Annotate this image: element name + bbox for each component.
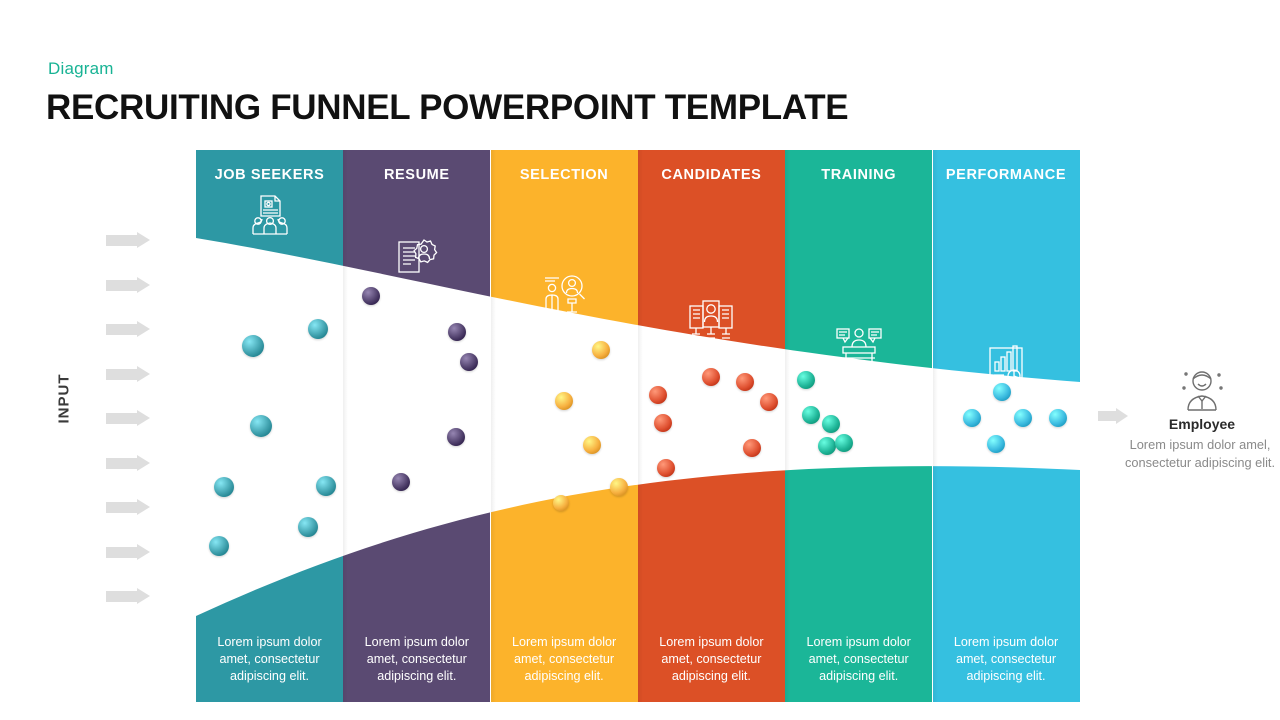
input-arrow-icon (106, 499, 158, 516)
stage-title: RESUME (383, 167, 450, 183)
input-arrow-icon (106, 543, 158, 561)
stage-description: Lorem ipsum dolor amet, consectetur adip… (217, 634, 322, 683)
input-arrow-icon (106, 410, 158, 427)
stage-header: PERFORMANCE (933, 150, 1080, 184)
stage-column-selection[interactable]: SELECTION Lorem ipsum dolor amet, consec… (490, 150, 638, 702)
people-search-icon (491, 272, 638, 321)
candidate-board-icon (638, 298, 785, 347)
input-arrow-icon (106, 276, 158, 294)
stage-columns: JOB SEEKERS Lorem ipsum dolor amet, cons… (196, 150, 1080, 702)
stage-description-block: Lorem ipsum dolor amet, consectetur adip… (785, 616, 933, 702)
stage-title: JOB SEEKERS (214, 167, 325, 183)
input-arrow-icon (106, 588, 158, 605)
training-desk-icon (785, 325, 932, 372)
stage-title: SELECTION (519, 167, 609, 183)
stage-description-block: Lorem ipsum dolor amet, consectetur adip… (490, 616, 638, 702)
stage-header: CANDIDATES (638, 150, 785, 184)
input-arrow-icon (106, 232, 158, 249)
employee-avatar-icon (1146, 366, 1258, 419)
input-arrow-icon (106, 365, 158, 383)
stage-description-block: Lorem ipsum dolor amet, consectetur adip… (343, 616, 491, 702)
stage-description: Lorem ipsum dolor amet, consectetur adip… (364, 634, 469, 683)
stage-description: Lorem ipsum dolor amet, consectetur adip… (806, 634, 911, 683)
stage-description-block: Lorem ipsum dolor amet, consectetur adip… (932, 616, 1080, 702)
stage-column-candidates[interactable]: CANDIDATES Lorem ipsum dolor amet, conse… (637, 150, 785, 702)
performance-chart-icon (933, 342, 1080, 391)
document-gear-person-icon (343, 234, 490, 283)
stage-header: JOB SEEKERS (196, 150, 343, 184)
stage-column-training[interactable]: TRAINING Lorem ipsum dolor amet, consect… (785, 150, 933, 702)
employee-title: Employee (1168, 416, 1236, 432)
stage-description-block: Lorem ipsum dolor amet, consectetur adip… (196, 616, 343, 702)
stage-description: Lorem ipsum dolor amet, consectetur adip… (511, 634, 617, 683)
input-axis-label: INPUT (55, 373, 73, 424)
stage-title: CANDIDATES (661, 167, 762, 183)
slide-canvas: Diagram RECRUITING FUNNEL POWERPOINT TEM… (0, 0, 1280, 720)
stage-column-job-seekers[interactable]: JOB SEEKERS Lorem ipsum dolor amet, cons… (196, 150, 343, 702)
output-arrow-icon (1098, 408, 1130, 424)
stage-header: RESUME (343, 150, 490, 184)
funnel-board: JOB SEEKERS Lorem ipsum dolor amet, cons… (196, 150, 1080, 702)
resume-people-icon (196, 194, 343, 241)
stage-description: Lorem ipsum dolor amet, consectetur adip… (953, 634, 1059, 683)
kicker-label: Diagram (48, 59, 114, 78)
input-arrow-group (106, 232, 166, 604)
stage-header: SELECTION (491, 150, 638, 184)
stage-header: TRAINING (785, 150, 932, 184)
stage-column-performance[interactable]: PERFORMANCE Lorem ipsum dolor amet, cons… (932, 150, 1080, 702)
input-arrow-icon (106, 321, 158, 338)
stage-column-resume[interactable]: RESUME Lorem ipsum dolor amet, consectet… (343, 150, 491, 702)
stage-title: PERFORMANCE (945, 167, 1067, 183)
stage-description: Lorem ipsum dolor amet, consectetur adip… (659, 634, 764, 683)
employee-description: Lorem ipsum dolor amel, consectetur adip… (1124, 437, 1276, 470)
page-title: RECRUITING FUNNEL POWERPOINT TEMPLATE (46, 88, 849, 127)
stage-title: TRAINING (821, 167, 897, 183)
stage-description-block: Lorem ipsum dolor amet, consectetur adip… (637, 616, 785, 702)
input-arrow-icon (106, 454, 158, 472)
